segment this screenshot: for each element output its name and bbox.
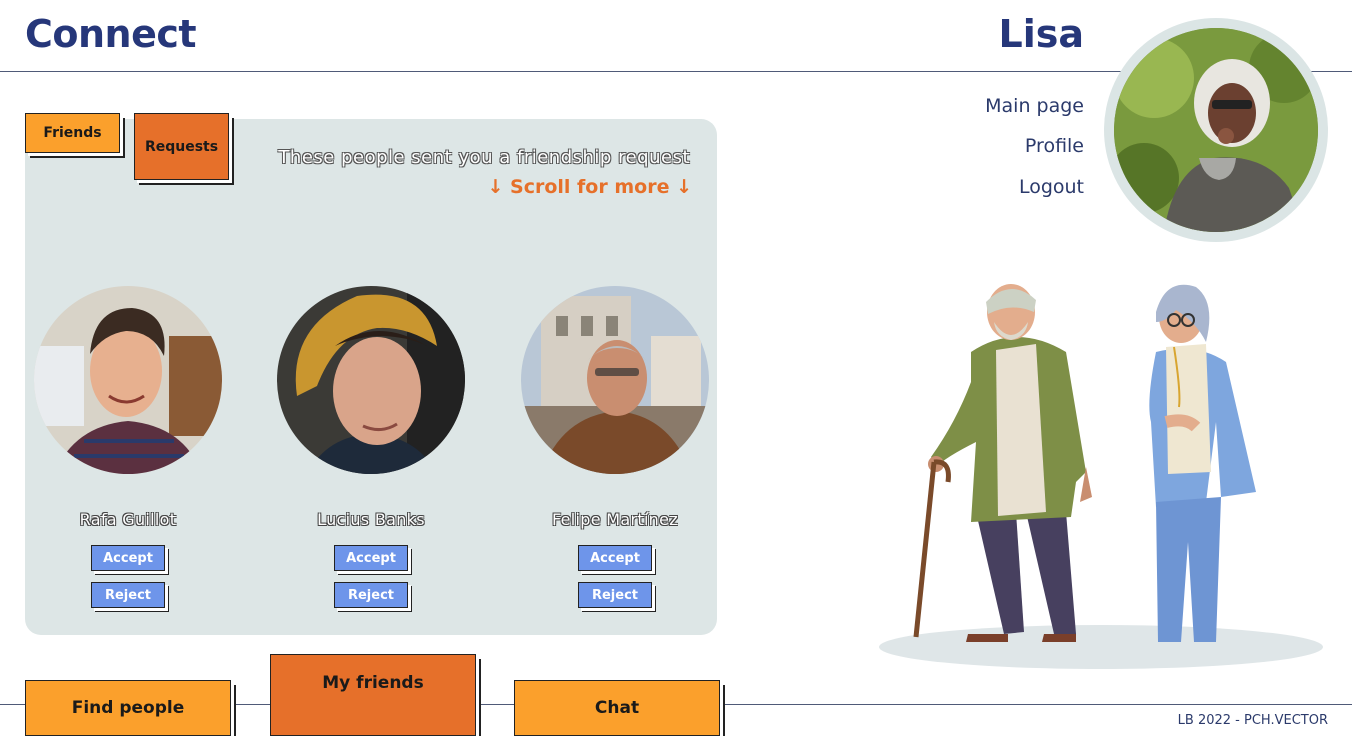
request-name: Rafa Guillot — [79, 510, 177, 529]
request-name: Lucius Banks — [317, 510, 425, 529]
chat-button[interactable]: Chat — [514, 680, 720, 736]
app-logo: Connect — [25, 12, 197, 56]
requests-title: These people sent you a friendship reque… — [278, 147, 690, 168]
request-avatar — [521, 286, 709, 474]
user-avatar-photo — [1114, 28, 1318, 232]
request-avatar — [277, 286, 465, 474]
nav-main-page-link[interactable]: Main page — [985, 95, 1084, 117]
user-avatar[interactable] — [1104, 18, 1328, 242]
request-name: Felipe Martínez — [552, 510, 678, 529]
request-avatar — [34, 286, 222, 474]
reject-button[interactable]: Reject — [578, 582, 652, 608]
username-heading: Lisa — [998, 12, 1085, 56]
accept-button[interactable]: Accept — [334, 545, 408, 571]
nav-profile-link[interactable]: Profile — [1025, 135, 1084, 157]
nav-logout-link[interactable]: Logout — [1019, 176, 1084, 198]
reject-button[interactable]: Reject — [334, 582, 408, 608]
scroll-hint: ↓ Scroll for more ↓ — [487, 176, 693, 198]
reject-button[interactable]: Reject — [91, 582, 165, 608]
accept-button[interactable]: Accept — [91, 545, 165, 571]
footer-credit: LB 2022 - PCH.VECTOR — [1177, 713, 1328, 728]
elderly-couple-illustration — [876, 282, 1326, 672]
find-people-button[interactable]: Find people — [25, 680, 231, 736]
accept-button[interactable]: Accept — [578, 545, 652, 571]
my-friends-button[interactable]: My friends — [270, 654, 476, 736]
